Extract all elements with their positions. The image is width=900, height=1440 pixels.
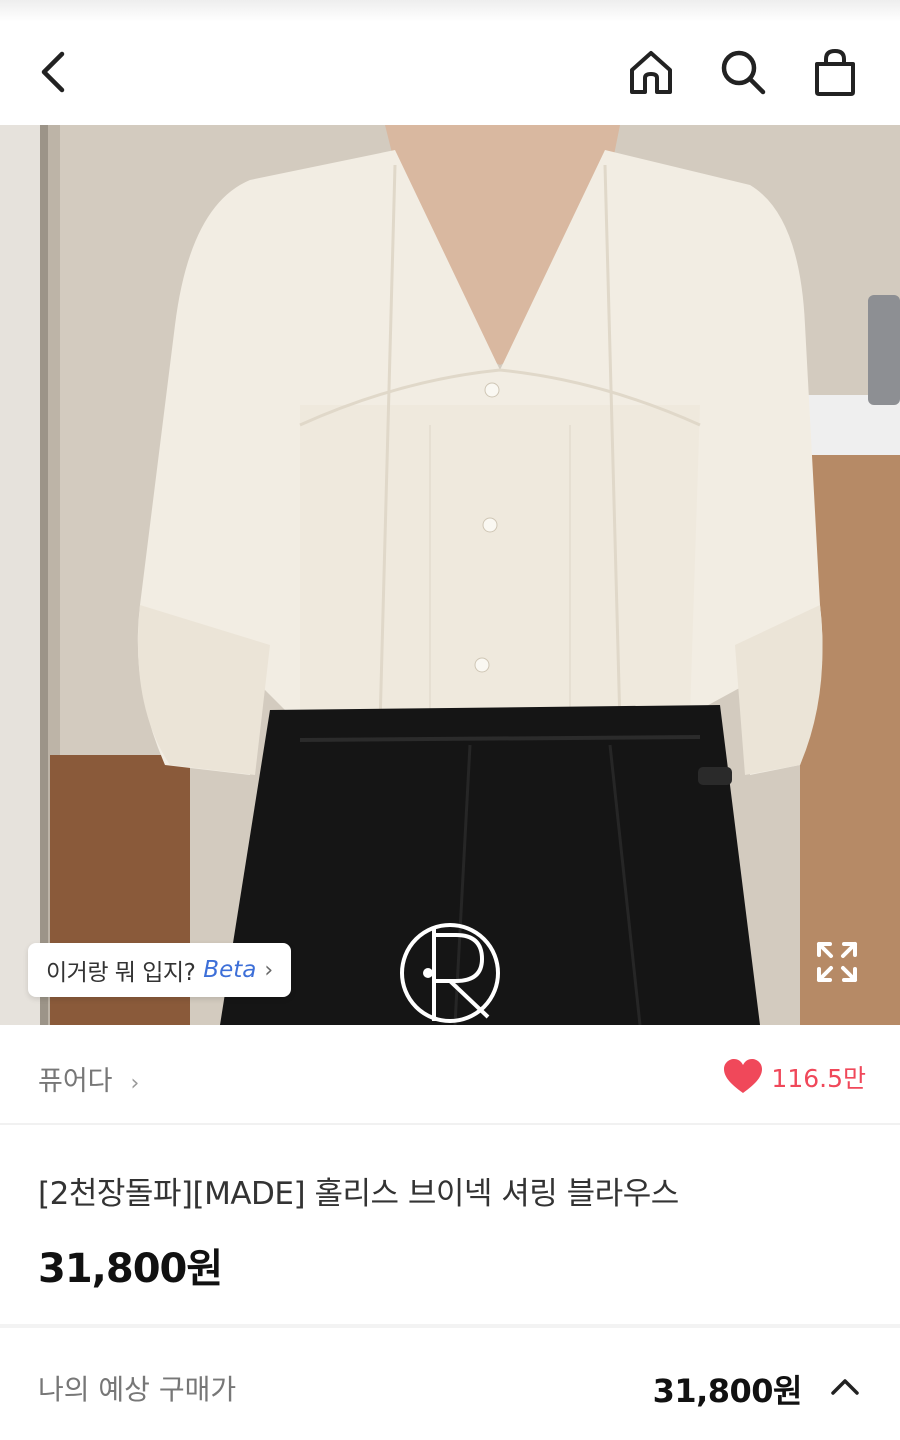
chevron-right-icon: › [264, 957, 274, 983]
outfit-suggestion-chip[interactable]: 이거랑 뭐 입지? Beta › [28, 943, 292, 997]
expected-price-row[interactable]: 나의 예상 구매가 31,800원 [0, 1328, 900, 1440]
brand-watermark-logo [400, 923, 500, 1023]
product-price: 31,800원 [38, 1246, 223, 1292]
product-photo [0, 125, 900, 1025]
back-button[interactable] [24, 40, 88, 104]
top-navigation-bar [0, 0, 900, 125]
like-count: 116.5만 [771, 1064, 866, 1093]
outfit-chip-label: 이거랑 뭐 입지? [46, 960, 196, 986]
like-button[interactable]: 116.5만 [723, 1059, 866, 1095]
expected-price-label: 나의 예상 구매가 [38, 1373, 237, 1406]
shopping-bag-icon [815, 48, 855, 96]
product-title: [2천장돌파][MADE] 홀리스 브이넥 셔링 블라우스 [38, 1176, 679, 1212]
home-icon [630, 51, 672, 94]
search-button[interactable] [711, 40, 775, 104]
product-image[interactable]: 이거랑 뭐 입지? Beta › [0, 125, 900, 1025]
search-icon [721, 50, 766, 95]
store-link[interactable]: 퓨어다 › [38, 1059, 139, 1098]
beta-badge: Beta [203, 957, 257, 983]
home-button[interactable] [619, 40, 683, 104]
chevron-up-icon[interactable] [828, 1370, 862, 1404]
chevron-right-icon: › [130, 1071, 140, 1096]
store-row: 퓨어다 › 116.5만 [0, 1025, 900, 1125]
expected-price-value: 31,800원 [652, 1372, 803, 1410]
store-name: 퓨어다 [38, 1066, 113, 1097]
expand-icon[interactable] [814, 939, 860, 985]
cart-button[interactable] [803, 40, 867, 104]
heart-icon [724, 1059, 763, 1093]
chevron-left-icon [41, 51, 65, 93]
status-bar-shade [0, 0, 900, 22]
